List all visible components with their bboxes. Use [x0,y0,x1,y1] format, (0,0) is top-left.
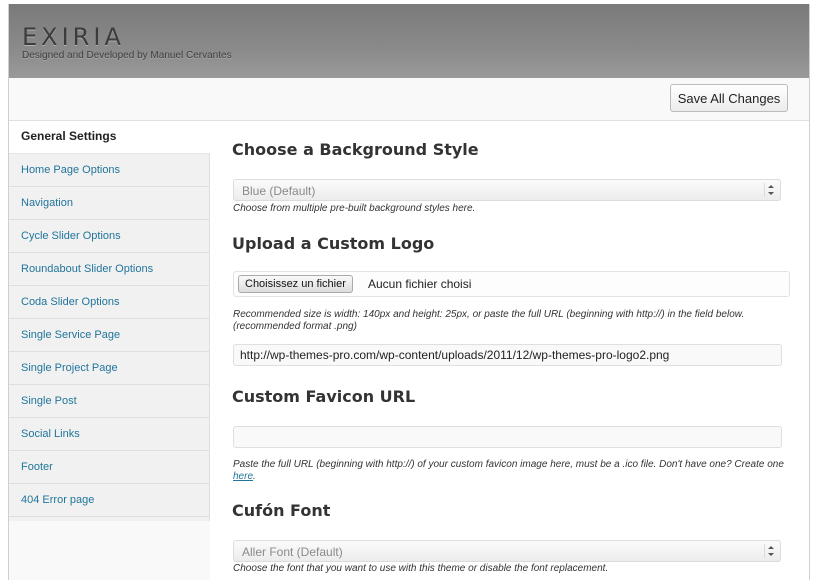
theme-logo: EXIRIA [22,23,125,51]
save-all-changes-button[interactable]: Save All Changes [670,84,788,112]
cufon-font-select[interactable]: Aller Font (Default) [233,540,781,562]
cufon-font-description: Choose the font that you want to use wit… [233,563,609,574]
choose-file-button[interactable]: Choisissez un fichier [238,275,353,293]
theme-header: EXIRIA Designed and Developed by Manuel … [9,4,809,78]
favicon-url-input[interactable] [233,426,782,448]
custom-favicon-title: Custom Favicon URL [232,387,416,406]
sidebar-item-footer[interactable]: Footer [9,451,209,484]
logo-url-input[interactable]: http://wp-themes-pro.com/wp-content/uplo… [233,344,782,366]
sidebar-item-navigation[interactable]: Navigation [9,187,209,220]
sidebar-item-social-links[interactable]: Social Links [9,418,209,451]
sidebar-item-404-error-page[interactable]: 404 Error page [9,484,209,517]
logo-file-input: Choisissez un fichier Aucun fichier choi… [233,271,790,297]
sidebar-item-single-post[interactable]: Single Post [9,385,209,418]
select-arrows-icon [764,183,776,197]
sidebar-item-home-page-options[interactable]: Home Page Options [9,154,209,187]
background-style-select[interactable]: Blue (Default) [233,179,781,201]
sidebar-item-single-service-page[interactable]: Single Service Page [9,319,209,352]
sidebar-item-coda-slider-options[interactable]: Coda Slider Options [9,286,209,319]
background-style-value: Blue (Default) [242,184,316,198]
background-style-title: Choose a Background Style [232,140,479,159]
toolbar: Save All Changes [9,78,809,121]
sidebar-item-roundabout-slider-options[interactable]: Roundabout Slider Options [9,253,209,286]
favicon-description-end: . [253,471,256,482]
custom-logo-title: Upload a Custom Logo [232,234,435,253]
background-style-description: Choose from multiple pre-built backgroun… [233,203,476,214]
sidebar-item-general-settings[interactable]: General Settings [9,121,210,154]
favicon-description: Paste the full URL (beginning with http:… [233,459,793,483]
sidebar-item-cycle-slider-options[interactable]: Cycle Slider Options [9,220,209,253]
create-favicon-link[interactable]: here [233,471,253,482]
sidebar-item-single-project-page[interactable]: Single Project Page [9,352,209,385]
options-panel: EXIRIA Designed and Developed by Manuel … [8,4,810,580]
file-status-text: Aucun fichier choisi [368,277,472,291]
theme-tagline: Designed and Developed by Manuel Cervant… [22,50,232,61]
options-sidebar: General Settings Home Page Options Navig… [9,121,210,521]
settings-content: Choose a Background Style Blue (Default)… [210,121,809,580]
select-arrows-icon [764,544,776,558]
favicon-description-text: Paste the full URL (beginning with http:… [233,459,784,470]
cufon-font-title: Cufón Font [232,501,331,520]
custom-logo-description: Recommended size is width: 140px and hei… [233,309,745,332]
cufon-font-value: Aller Font (Default) [242,545,343,559]
